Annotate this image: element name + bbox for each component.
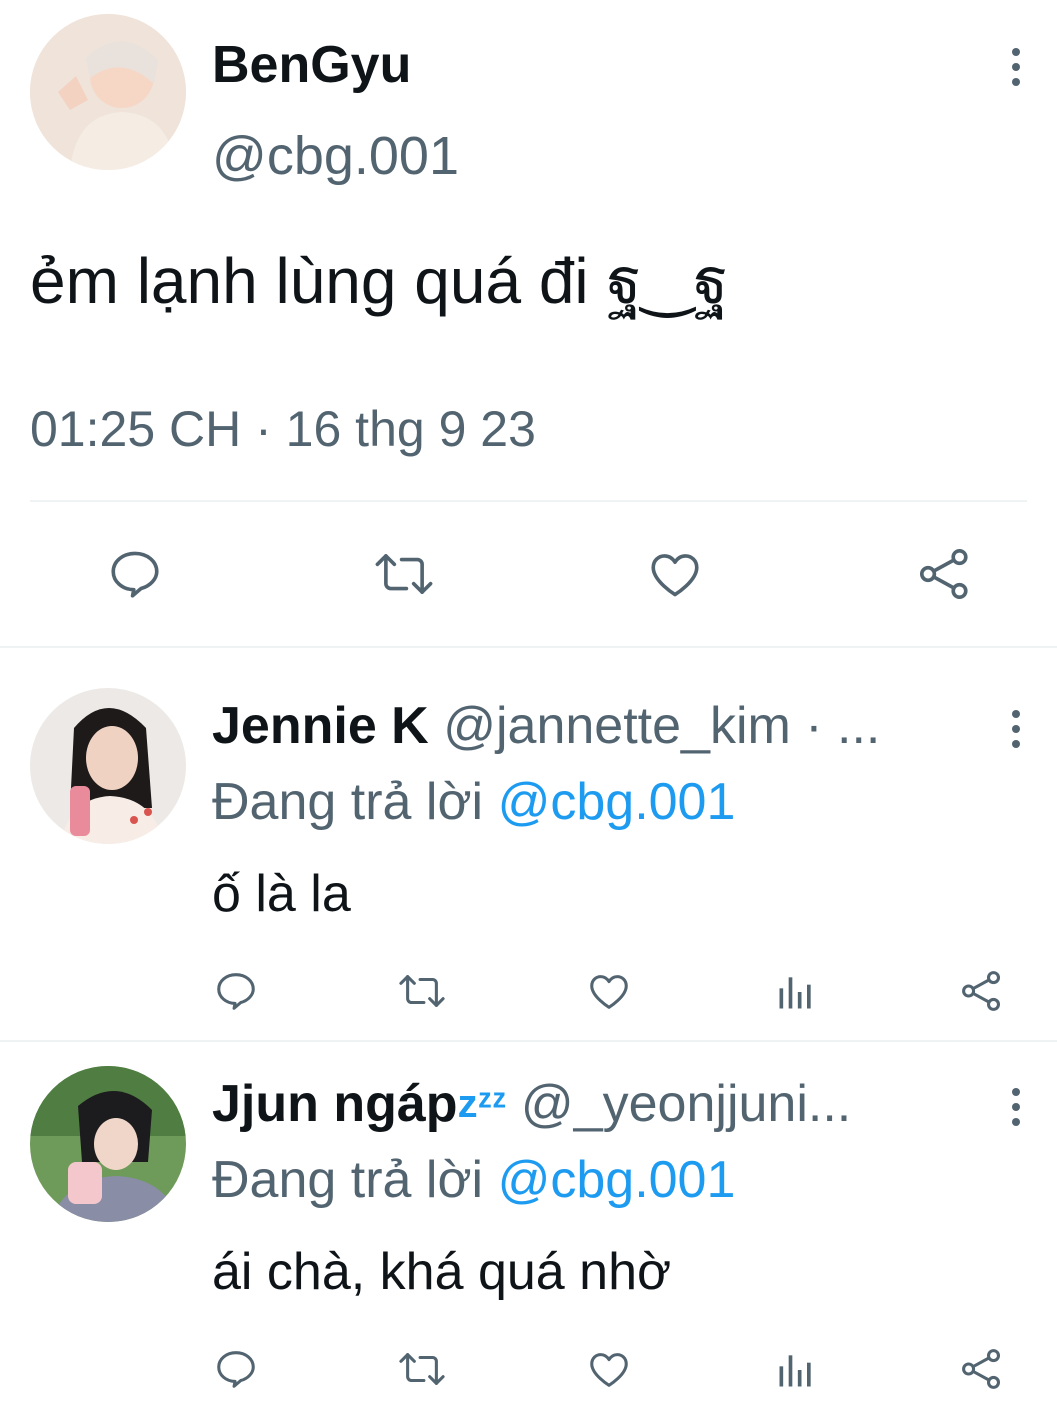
replying-to: Đang trả lời @cbg.001 (212, 1150, 735, 1210)
share-icon[interactable] (916, 545, 974, 603)
section-divider (0, 646, 1057, 648)
reply-header: Jennie K @jannette_kim · ... (212, 696, 982, 756)
share-icon[interactable] (959, 1346, 1005, 1392)
main-handle[interactable]: @cbg.001 (212, 126, 459, 186)
reply-text: ố là la (212, 865, 351, 923)
reply-divider (0, 1040, 1057, 1042)
reply-handle[interactable]: @_yeonjjuni... (521, 1075, 851, 1133)
share-icon[interactable] (959, 968, 1005, 1014)
reply-text: ái chà, khá quá nhờ (212, 1243, 672, 1301)
person-avatar (30, 14, 186, 170)
retweet-icon[interactable] (396, 968, 448, 1014)
main-tweet-text: ẻm lạnh lùng quá đi ฐ‿ฐ (30, 245, 729, 317)
reply-header: Jjun ngápzᶻᶻ @_yeonjjuni... (212, 1074, 982, 1134)
like-icon[interactable] (585, 968, 633, 1014)
retweet-icon[interactable] (396, 1346, 448, 1392)
replying-prefix: Đang trả lời (212, 1151, 484, 1209)
views-icon[interactable] (774, 1348, 818, 1392)
like-icon[interactable] (645, 545, 705, 603)
reply-display-name[interactable]: Jjun ngáp (212, 1075, 458, 1133)
reply-icon[interactable] (213, 1346, 259, 1392)
person-avatar (30, 688, 186, 844)
retweet-icon[interactable] (372, 545, 436, 603)
views-icon[interactable] (774, 970, 818, 1014)
main-display-name[interactable]: BenGyu (212, 36, 411, 94)
like-icon[interactable] (585, 1346, 633, 1392)
reply-avatar[interactable] (30, 688, 186, 844)
replying-to: Đang trả lời @cbg.001 (212, 772, 735, 832)
reply-avatar[interactable] (30, 1066, 186, 1222)
reply-icon[interactable] (213, 968, 259, 1014)
reply-icon[interactable] (106, 545, 164, 603)
reply-more-icon[interactable] (1012, 1088, 1020, 1126)
main-more-icon[interactable] (1012, 48, 1020, 86)
person-avatar (30, 1066, 186, 1222)
reply-more-icon[interactable] (1012, 710, 1020, 748)
main-avatar[interactable] (30, 14, 186, 170)
replying-to-handle[interactable]: @cbg.001 (498, 1151, 736, 1209)
main-timestamp[interactable]: 01:25 CH · 16 thg 9 23 (30, 400, 536, 458)
replying-prefix: Đang trả lời (212, 773, 484, 831)
reply-display-name[interactable]: Jennie K (212, 697, 429, 755)
reply-handle[interactable]: @jannette_kim · ... (443, 697, 880, 755)
replying-to-handle[interactable]: @cbg.001 (498, 773, 736, 831)
zzz-emoji: zᶻᶻ (457, 1082, 507, 1126)
main-divider (30, 500, 1027, 502)
